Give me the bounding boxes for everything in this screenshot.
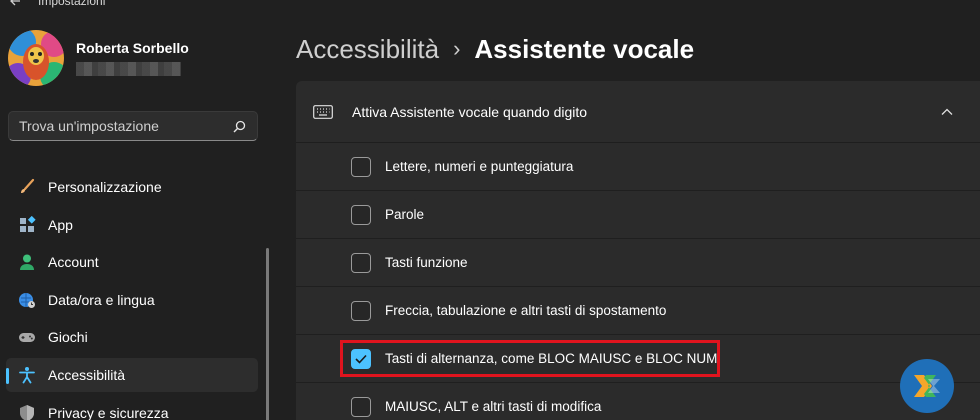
option-words[interactable]: Parole [296, 191, 980, 239]
user-name: Roberta Sorbello [76, 40, 189, 56]
checkbox-function-keys[interactable] [351, 252, 371, 273]
sidebar-item-account[interactable]: Account [6, 245, 258, 279]
sidebar-item-label: Giochi [48, 329, 88, 346]
option-letters-numbers[interactable]: Lettere, numeri e punteggiatura [296, 143, 980, 191]
option-label: Tasti funzione [385, 255, 468, 270]
account-icon [18, 253, 36, 271]
apps-icon [18, 215, 36, 234]
sidebar-scrollbar[interactable] [266, 248, 269, 420]
sidebar-item-accessibility[interactable]: Accessibilità [6, 357, 258, 392]
brush-icon [18, 178, 36, 196]
highlight-box [340, 340, 720, 377]
panel-header[interactable]: Attiva Assistente vocale quando digito [296, 81, 980, 143]
sidebar-item-gaming[interactable]: Giochi [6, 320, 258, 354]
search-input[interactable] [19, 118, 231, 134]
avatar [8, 30, 64, 86]
user-email-blurred [76, 62, 181, 76]
checkbox-letters-numbers[interactable] [351, 156, 371, 177]
search-icon[interactable] [231, 118, 247, 134]
accessibility-icon [18, 366, 36, 384]
shield-icon [18, 404, 36, 420]
breadcrumb-parent-link[interactable]: Accessibilità [296, 34, 439, 65]
option-label: Lettere, numeri e punteggiatura [385, 159, 574, 174]
sidebar-item-label: App [48, 216, 73, 233]
keyboard-icon [312, 104, 334, 120]
gamepad-icon [18, 328, 36, 346]
page-title: Assistente vocale [474, 33, 695, 64]
option-label: Freccia, tabulazione e altri tasti di sp… [385, 303, 667, 318]
sidebar: Roberta Sorbello Personalizzazione Ap [0, 0, 275, 420]
sidebar-nav: Personalizzazione App Account Data/ora e… [6, 170, 258, 420]
breadcrumb: Accessibilità › Assistente vocale [296, 32, 694, 66]
option-label: MAIUSC, ALT e altri tasti di modifica [385, 399, 602, 414]
sidebar-item-label: Account [48, 254, 99, 271]
selection-indicator [6, 367, 9, 384]
checkbox-navigation-keys[interactable] [351, 300, 371, 321]
globe-clock-icon [18, 291, 36, 309]
option-navigation-keys[interactable]: Freccia, tabulazione e altri tasti di sp… [296, 287, 980, 335]
option-modifier-keys[interactable]: MAIUSC, ALT e altri tasti di modifica [296, 383, 980, 420]
option-function-keys[interactable]: Tasti funzione [296, 239, 980, 287]
checkbox-modifier-keys[interactable] [351, 396, 371, 417]
sidebar-item-label: Privacy e sicurezza [48, 404, 169, 420]
panel-title: Attiva Assistente vocale quando digito [352, 103, 588, 120]
breadcrumb-separator: › [453, 36, 461, 61]
brand-logo [900, 359, 954, 413]
search-box[interactable] [8, 111, 258, 141]
sidebar-item-label: Data/ora e lingua [48, 291, 155, 308]
sidebar-item-personalization[interactable]: Personalizzazione [6, 170, 258, 204]
option-label: Parole [385, 207, 425, 222]
sidebar-item-label: Personalizzazione [48, 179, 162, 195]
sidebar-item-time-language[interactable]: Data/ora e lingua [6, 283, 258, 317]
sidebar-item-label: Accessibilità [48, 366, 126, 383]
checkbox-words[interactable] [351, 204, 371, 225]
user-profile[interactable]: Roberta Sorbello [8, 30, 189, 86]
settings-window: Impostazioni Roberta Sorbello Trova un'i… [0, 0, 980, 420]
sidebar-item-privacy[interactable]: Privacy e sicurezza [6, 396, 258, 420]
sidebar-item-apps[interactable]: App [6, 208, 258, 242]
chevron-up-icon[interactable] [940, 105, 954, 119]
